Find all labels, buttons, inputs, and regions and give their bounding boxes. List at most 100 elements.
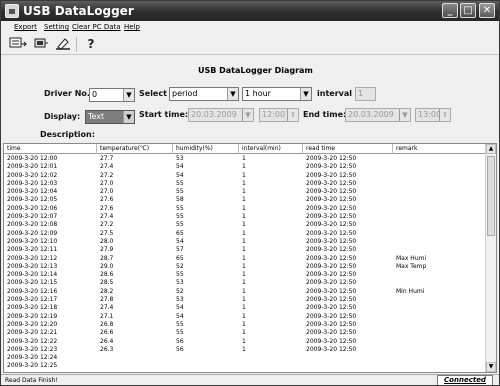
menu-bar: Export Setting Clear PC Data Help bbox=[1, 21, 499, 34]
table-row[interactable]: 2009-3-20 12:20 26.8 55 1 2009-3-20 12:50 bbox=[4, 321, 486, 329]
table-header: time temperature(℃) humidity(%) interval… bbox=[4, 144, 486, 154]
vertical-scrollbar[interactable]: ▲ ▼ bbox=[485, 144, 496, 372]
column-header[interactable]: time bbox=[4, 144, 97, 154]
table-cell: 26.8 bbox=[100, 320, 114, 328]
table-cell: 55 bbox=[176, 221, 184, 229]
table-cell: 55 bbox=[176, 188, 184, 196]
column-header[interactable]: temperature(℃) bbox=[97, 144, 173, 154]
table-cell bbox=[173, 362, 239, 370]
settings-icon[interactable] bbox=[31, 36, 51, 53]
table-cell: 27.8 bbox=[100, 296, 114, 304]
table-cell: 2009-3-20 12:09 bbox=[7, 229, 58, 237]
table-cell: 2009-3-20 12:25 bbox=[7, 362, 58, 370]
close-button[interactable]: ✕ bbox=[479, 3, 495, 18]
export-icon[interactable] bbox=[8, 36, 28, 53]
table-row[interactable]: 2009-3-20 12:13 29.0 52 1 2009-3-20 12:50 Max… bbox=[4, 263, 486, 271]
table-cell: 2009-3-20 12:02 bbox=[7, 171, 58, 179]
start-time-spinner[interactable]: 12:00 ⇕ bbox=[259, 108, 299, 122]
table-cell: 2009-3-20 12:22 bbox=[7, 337, 58, 345]
interval-field[interactable]: 1 bbox=[355, 87, 376, 101]
table-cell: 2009-3-20 12:50 bbox=[306, 171, 357, 179]
table-cell: 27.2 bbox=[100, 171, 114, 179]
table-cell: 27.7 bbox=[100, 155, 114, 162]
table-row[interactable]: 2009-3-20 12:23 26.3 56 1 2009-3-20 12:50 bbox=[4, 346, 486, 354]
select-label: Select bbox=[139, 89, 167, 98]
column-header[interactable]: interval(min) bbox=[239, 144, 303, 154]
table-row[interactable]: 2009-3-20 12:24 bbox=[4, 354, 486, 362]
column-header[interactable]: read time bbox=[303, 144, 393, 154]
table-row[interactable]: 2009-3-20 12:00 27.7 53 1 2009-3-20 12:50 bbox=[4, 155, 486, 163]
table-cell: 54 bbox=[176, 312, 184, 320]
table-cell: 1 bbox=[242, 237, 246, 245]
table-row[interactable]: 2009-3-20 12:08 27.2 55 1 2009-3-20 12:50 bbox=[4, 221, 486, 229]
table-row[interactable]: 2009-3-20 12:25 bbox=[4, 362, 486, 370]
column-header[interactable]: humidity(%) bbox=[173, 144, 239, 154]
table-row[interactable]: 2009-3-20 12:21 26.6 55 1 2009-3-20 12:50 bbox=[4, 329, 486, 337]
table-row[interactable]: 2009-3-20 12:12 28.7 65 1 2009-3-20 12:50 Max… bbox=[4, 255, 486, 263]
table-cell: 2009-3-20 12:50 bbox=[306, 296, 357, 304]
table-cell: 1 bbox=[242, 188, 246, 196]
table-cell: 2009-3-20 12:10 bbox=[7, 237, 58, 245]
end-time-spinner[interactable]: 13:00 ⇕ bbox=[415, 108, 451, 122]
table-cell bbox=[393, 230, 486, 238]
table-cell: 2009-3-20 12:50 bbox=[306, 279, 357, 287]
period-select[interactable]: 1 hour ▼ bbox=[242, 87, 312, 101]
table-cell: 1 bbox=[242, 229, 246, 237]
display-select[interactable]: Text ▼ bbox=[85, 110, 135, 124]
end-date-picker[interactable]: 20.03.2009 ▼ bbox=[345, 108, 411, 122]
table-row[interactable]: 2009-3-20 12:14 28.6 55 1 2009-3-20 12:50 bbox=[4, 271, 486, 279]
help-icon[interactable]: ? bbox=[81, 36, 101, 53]
table-cell bbox=[393, 338, 486, 346]
menu-export[interactable]: Export bbox=[14, 21, 37, 34]
table-cell: 54 bbox=[176, 304, 184, 312]
select-mode-value: period bbox=[172, 89, 198, 98]
table-row[interactable]: 2009-3-20 12:06 27.6 55 1 2009-3-20 12:50 bbox=[4, 205, 486, 213]
menu-help[interactable]: Help bbox=[124, 21, 140, 34]
menu-setting[interactable]: Setting bbox=[44, 21, 69, 34]
table-cell: 56 bbox=[176, 337, 184, 345]
status-message: Read Data Finish! bbox=[5, 377, 58, 384]
table-cell: 2009-3-20 12:50 bbox=[306, 345, 357, 353]
table-cell: 55 bbox=[176, 204, 184, 212]
table-row[interactable]: 2009-3-20 12:07 27.4 55 1 2009-3-20 12:50 bbox=[4, 213, 486, 221]
menu-clear-pc-data[interactable]: Clear PC Data bbox=[72, 21, 121, 34]
table-row[interactable]: 2009-3-20 12:05 27.6 58 1 2009-3-20 12:50 bbox=[4, 196, 486, 204]
scroll-down-icon[interactable]: ▼ bbox=[486, 362, 496, 372]
table-cell bbox=[393, 329, 486, 337]
start-date-picker[interactable]: 20.03.2009 ▼ bbox=[188, 108, 254, 122]
table-cell bbox=[303, 362, 393, 370]
table-row[interactable]: 2009-3-20 12:22 26.4 56 1 2009-3-20 12:50 bbox=[4, 338, 486, 346]
table-cell: 1 bbox=[242, 246, 246, 254]
table-cell: 2009-3-20 12:20 bbox=[7, 320, 58, 328]
table-row[interactable]: 2009-3-20 12:18 27.4 54 1 2009-3-20 12:50 bbox=[4, 304, 486, 312]
table-row[interactable]: 2009-3-20 12:17 27.8 53 1 2009-3-20 12:50 bbox=[4, 296, 486, 304]
table-row[interactable]: 2009-3-20 12:11 27.9 57 1 2009-3-20 12:50 bbox=[4, 246, 486, 254]
table-row[interactable]: 2009-3-20 12:03 27.0 55 1 2009-3-20 12:50 bbox=[4, 180, 486, 188]
table-cell: 2009-3-20 12:00 bbox=[7, 155, 58, 162]
scroll-up-icon[interactable]: ▲ bbox=[486, 144, 496, 154]
table-row[interactable]: 2009-3-20 12:04 27.0 55 1 2009-3-20 12:50 bbox=[4, 188, 486, 196]
maximize-button[interactable]: □ bbox=[460, 3, 476, 18]
table-row[interactable]: 2009-3-20 12:10 28.0 54 1 2009-3-20 12:50 bbox=[4, 238, 486, 246]
table-row[interactable]: 2009-3-20 12:01 27.4 54 1 2009-3-20 12:50 bbox=[4, 163, 486, 171]
table-cell: 65 bbox=[176, 229, 184, 237]
title-bar[interactable]: USB DataLogger _ □ ✕ bbox=[1, 1, 499, 21]
table-cell: 1 bbox=[242, 155, 246, 162]
table-row[interactable]: 2009-3-20 12:19 27.1 54 1 2009-3-20 12:50 bbox=[4, 313, 486, 321]
connection-status: Connected bbox=[437, 375, 493, 385]
table-row[interactable]: 2009-3-20 12:02 27.2 54 1 2009-3-20 12:50 bbox=[4, 172, 486, 180]
table-cell: 28.6 bbox=[100, 271, 114, 279]
table-cell: 1 bbox=[242, 345, 246, 353]
table-cell: 27.4 bbox=[100, 213, 114, 221]
table-row[interactable]: 2009-3-20 12:16 28.2 52 1 2009-3-20 12:50 Min… bbox=[4, 288, 486, 296]
minimize-button[interactable]: _ bbox=[442, 3, 458, 18]
select-mode[interactable]: period ▼ bbox=[169, 87, 239, 101]
table-cell: 1 bbox=[242, 312, 246, 320]
table-cell: 55 bbox=[176, 320, 184, 328]
scroll-thumb[interactable] bbox=[487, 156, 495, 236]
table-row[interactable]: 2009-3-20 12:15 28.5 53 1 2009-3-20 12:50 bbox=[4, 279, 486, 287]
driver-select[interactable]: 0 ▼ bbox=[89, 88, 135, 102]
clear-icon[interactable] bbox=[53, 36, 73, 53]
table-row[interactable]: 2009-3-20 12:09 27.5 65 1 2009-3-20 12:50 bbox=[4, 230, 486, 238]
column-header[interactable]: remark bbox=[393, 144, 486, 154]
